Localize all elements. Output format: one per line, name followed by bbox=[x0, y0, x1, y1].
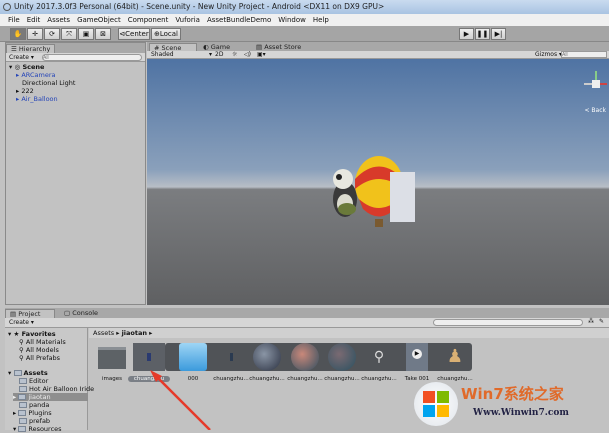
annotation-arrow bbox=[150, 370, 211, 430]
windows-logo-watermark bbox=[414, 382, 458, 426]
watermark-brand: Win7系统之家 bbox=[461, 385, 564, 403]
watermark-url: Www.Winwin7.com bbox=[473, 408, 569, 418]
